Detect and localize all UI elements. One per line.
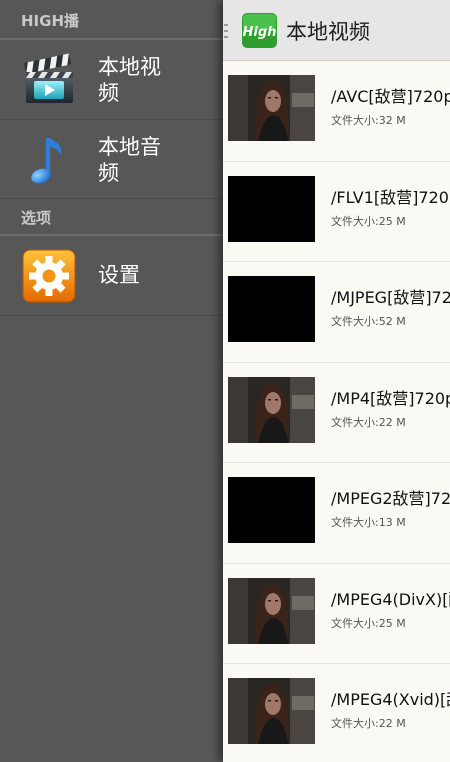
drawer-section-header-main: HIGH播	[0, 0, 223, 40]
video-thumbnail	[228, 376, 315, 443]
file-size-label: 文件大小:	[331, 516, 379, 529]
file-size-label: 文件大小:	[331, 214, 379, 228]
file-size-value: 22 M	[378, 717, 406, 730]
video-list-item[interactable]: /MPEG4(DivX)[酎文件大小:25 M	[223, 564, 450, 664]
video-file-size: 文件大小:13 M	[331, 514, 406, 530]
video-list-item[interactable]: /MPEG4(Xvid)[敌 文件大小:22 M	[223, 664, 450, 762]
video-list-item[interactable]: /AVC[敌营]720p. 文件大小:32 M	[223, 61, 450, 162]
drawer-item-local-audio[interactable]: 本地音 频	[0, 120, 223, 199]
file-size-label: 文件大小:	[331, 616, 379, 630]
app-root: HIGH播 本地视 频 本地音 频 选项 设置 High 本地视频 /AVC[敌…	[0, 0, 450, 762]
video-list-item[interactable]: /MPEG2敌营]72( 文件大小:13 M	[223, 463, 450, 564]
video-thumbnail	[228, 75, 315, 141]
file-size-value: 22 M	[378, 415, 406, 429]
video-list-item[interactable]: /MP4[敌营]720p 文件大小:22 M	[223, 363, 450, 463]
video-thumbnail	[228, 276, 315, 342]
video-title: /FLV1[敌营]720p	[331, 187, 450, 207]
video-thumbnail	[228, 477, 315, 543]
clapperboard-icon	[24, 53, 73, 103]
video-list-item[interactable]: /FLV1[敌营]720p 文件大小:25 M	[223, 162, 450, 262]
drawer-item-label: 本地音 频	[98, 135, 161, 185]
file-size-value: 32 M	[378, 114, 406, 127]
navigation-drawer: HIGH播 本地视 频 本地音 频 选项 设置	[0, 0, 223, 762]
video-title: /MPEG4(DivX)[酎	[331, 589, 450, 609]
video-title: /MPEG2敌营]72(	[331, 489, 450, 508]
video-title: /MJPEG[敌营]72	[331, 288, 450, 307]
drawer-section-header-options: 选项	[0, 199, 223, 236]
drawer-item-label: 设置	[98, 263, 140, 287]
high-app-logo-icon[interactable]: High	[242, 13, 277, 48]
video-title: /MP4[敌营]720p	[331, 388, 450, 408]
video-thumbnail	[228, 678, 315, 744]
video-list: /AVC[敌营]720p. 文件大小:32 M/FLV1[敌营]720p 文件大小:…	[223, 61, 450, 762]
file-size-value: 13 M	[378, 516, 406, 529]
file-size-label: 文件大小:	[331, 415, 379, 429]
file-size-label: 文件大小:	[331, 114, 379, 127]
drawer-toggle-icon[interactable]	[224, 24, 228, 38]
file-size-value: 25 M	[378, 616, 406, 630]
file-size-label: 文件大小:	[331, 315, 379, 328]
video-file-size: 文件大小:25 M	[331, 213, 406, 229]
settings-gear-icon	[22, 249, 76, 303]
video-thumbnail	[228, 175, 315, 242]
drawer-item-settings[interactable]: 设置	[0, 236, 223, 316]
page-title: 本地视频	[286, 20, 370, 44]
video-title: /MPEG4(Xvid)[敌	[331, 690, 450, 709]
video-thumbnail	[228, 577, 315, 644]
file-size-value: 25 M	[378, 214, 406, 228]
video-file-size: 文件大小:22 M	[331, 715, 406, 731]
main-content: High 本地视频 /AVC[敌营]720p. 文件大小:32 M/FLV1[敌营…	[223, 0, 450, 762]
music-note-icon	[31, 138, 62, 184]
svg-text:High: High	[243, 25, 277, 40]
video-file-size: 文件大小:25 M	[331, 615, 406, 631]
video-file-size: 文件大小:22 M	[331, 414, 406, 430]
video-title: /AVC[敌营]720p.	[331, 87, 450, 106]
action-bar: High 本地视频	[223, 0, 450, 61]
video-file-size: 文件大小:32 M	[331, 112, 406, 128]
video-list-item[interactable]: /MJPEG[敌营]72 文件大小:52 M	[223, 262, 450, 363]
file-size-value: 52 M	[378, 315, 406, 328]
video-file-size: 文件大小:52 M	[331, 313, 406, 329]
drawer-item-local-video[interactable]: 本地视 频	[0, 40, 223, 120]
file-size-label: 文件大小:	[331, 717, 379, 730]
drawer-item-label: 本地视 频	[98, 55, 161, 105]
